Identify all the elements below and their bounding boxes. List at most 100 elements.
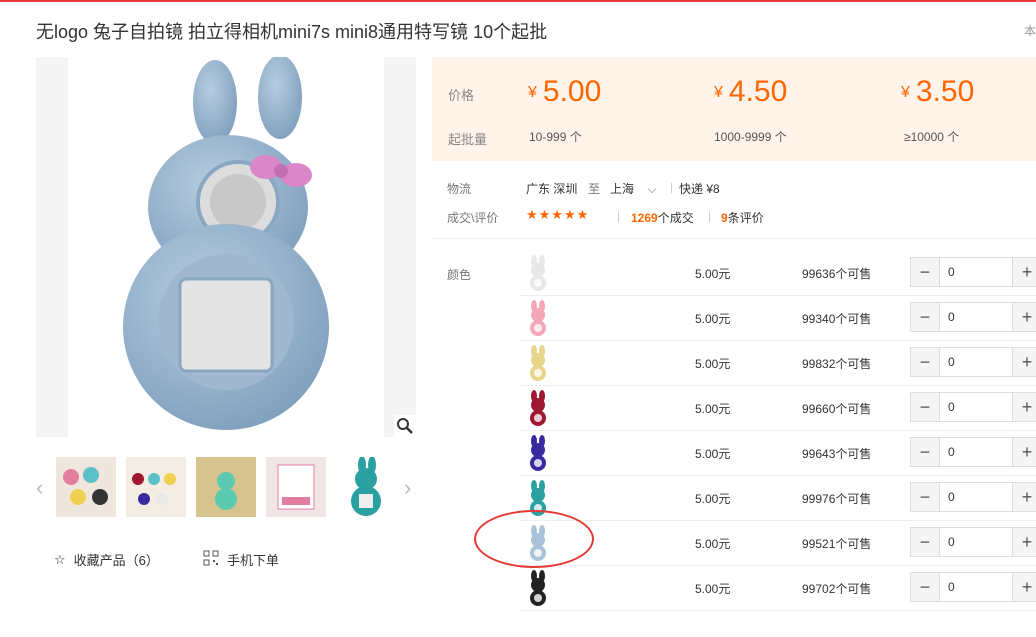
sku-swatch-image[interactable]	[520, 570, 556, 606]
quantity-stepper: −0 +	[910, 257, 1036, 287]
plus-button[interactable]: +	[1013, 303, 1036, 331]
sku-row: 5.00元 99643个可售 −0 +	[520, 430, 1036, 476]
title-right-text: 本	[1023, 24, 1036, 38]
top-accent-line	[0, 0, 1036, 2]
sku-swatch-image[interactable]	[520, 390, 556, 426]
quantity-stepper: −0 +	[910, 572, 1036, 602]
sku-price: 5.00元	[695, 312, 731, 326]
deals-label: 成交\评价	[447, 211, 499, 225]
quantity-input[interactable]: 0	[939, 348, 1013, 376]
plus-button[interactable]: +	[1013, 348, 1036, 376]
sku-row: 5.00元 99702个可售 −0 +	[520, 565, 1036, 611]
moq-tier-1: 10-999 个	[529, 130, 582, 144]
quantity-input[interactable]: 0	[939, 303, 1013, 331]
sku-price: 5.00元	[695, 402, 731, 416]
price-tier-1: ¥5.00	[528, 75, 602, 108]
main-product-image[interactable]	[36, 57, 416, 437]
thumbnail-prev-icon[interactable]: ‹	[36, 475, 43, 501]
thumbnail-next-icon[interactable]: ›	[404, 475, 411, 501]
thumbnail-3[interactable]	[196, 457, 256, 517]
divider: |	[617, 209, 621, 223]
divider: |	[670, 180, 674, 194]
plus-button[interactable]: +	[1013, 438, 1036, 466]
sku-swatch-image[interactable]	[520, 345, 556, 381]
sku-stock: 99976个可售	[802, 492, 872, 506]
express-fee: 快递 ¥8	[679, 182, 720, 196]
price-panel: 价格 起批量 ¥5.00 10-999 个 ¥4.50 1000-9999 个 …	[432, 57, 1036, 161]
moq-tier-2: 1000-9999 个	[714, 130, 787, 144]
quantity-stepper: −0 +	[910, 437, 1036, 467]
thumbnail-4[interactable]	[266, 457, 326, 517]
quantity-input[interactable]: 0	[939, 258, 1013, 286]
rabbit-mirror-illustration	[123, 57, 329, 430]
sku-stock: 99702个可售	[802, 582, 872, 596]
deal-count-link[interactable]: 1269个成交	[631, 209, 694, 226]
moq-tier-3: ≥10000 个	[904, 130, 960, 144]
divider: |	[708, 209, 712, 223]
minus-button[interactable]: −	[911, 573, 939, 601]
plus-button[interactable]: +	[1013, 258, 1036, 286]
sku-stock: 99643个可售	[802, 447, 872, 461]
minus-button[interactable]: −	[911, 393, 939, 421]
price-tier-3: ¥3.50	[901, 75, 975, 108]
plus-button[interactable]: +	[1013, 528, 1036, 556]
plus-button[interactable]: +	[1013, 483, 1036, 511]
minus-button[interactable]: −	[911, 483, 939, 511]
sku-swatch-image[interactable]	[520, 300, 556, 336]
sku-stock: 99340个可售	[802, 312, 872, 326]
sku-price: 5.00元	[695, 357, 731, 371]
favorite-product-button[interactable]: ☆ 收藏产品（6）	[54, 550, 159, 569]
quantity-input[interactable]: 0	[939, 438, 1013, 466]
logistics-to-word: 至	[588, 182, 601, 196]
zoom-search-icon[interactable]	[394, 415, 416, 437]
minus-button[interactable]: −	[911, 528, 939, 556]
minus-button[interactable]: −	[911, 303, 939, 331]
chevron-down-icon: ⌵	[647, 182, 657, 196]
plus-button[interactable]: +	[1013, 573, 1036, 601]
sku-price: 5.00元	[695, 537, 731, 551]
sku-row: 5.00元 99660个可售 −0 +	[520, 385, 1036, 431]
mobile-order-button[interactable]: 手机下单	[203, 550, 279, 569]
product-title: 无logo 兔子自拍镜 拍立得相机mini7s mini8通用特写镜 10个起批	[36, 22, 548, 42]
minus-button[interactable]: −	[911, 438, 939, 466]
sku-stock: 99636个可售	[802, 267, 872, 281]
sku-row: 5.00元 99976个可售 −0 +	[520, 475, 1036, 521]
highlight-circle	[474, 510, 594, 568]
logistics-from: 广东 深圳	[526, 182, 578, 196]
quantity-stepper: −0 +	[910, 347, 1036, 377]
sku-price: 5.00元	[695, 267, 731, 281]
sku-swatch-image[interactable]	[520, 435, 556, 471]
mobile-order-label: 手机下单	[227, 553, 280, 568]
favorite-label: 收藏产品（6）	[73, 553, 159, 568]
sku-row: 5.00元 99636个可售 −0 +	[520, 250, 1036, 296]
sku-price: 5.00元	[695, 492, 731, 506]
sku-price: 5.00元	[695, 447, 731, 461]
sku-stock: 99521个可售	[802, 537, 872, 551]
sku-row: 5.00元 99832个可售 −0 +	[520, 340, 1036, 386]
star-outline-icon: ☆	[54, 551, 66, 567]
destination-select[interactable]: 上海 ⌵	[610, 180, 656, 197]
sku-stock: 99832个可售	[802, 357, 872, 371]
sku-swatch-image[interactable]	[520, 255, 556, 291]
thumbnail-1[interactable]	[56, 457, 116, 517]
quantity-stepper: −0 +	[910, 527, 1036, 557]
quantity-input[interactable]: 0	[939, 573, 1013, 601]
minus-button[interactable]: −	[911, 348, 939, 376]
section-divider	[432, 238, 1036, 239]
thumbnail-strip: ‹ ›	[36, 456, 416, 519]
review-count-link[interactable]: 9条评价	[721, 209, 764, 226]
price-label: 价格	[448, 88, 475, 103]
sku-row: 5.00元 99521个可售 −0 +	[520, 520, 1036, 566]
quantity-input[interactable]: 0	[939, 393, 1013, 421]
thumbnail-5[interactable]	[336, 456, 396, 517]
rating-stars: ★★★★★	[526, 207, 590, 222]
price-tier-2: ¥4.50	[714, 75, 788, 108]
minus-button[interactable]: −	[911, 258, 939, 286]
sku-row: 5.00元 99340个可售 −0 +	[520, 295, 1036, 341]
quantity-input[interactable]: 0	[939, 483, 1013, 511]
quantity-input[interactable]: 0	[939, 528, 1013, 556]
thumbnail-2[interactable]	[126, 457, 186, 517]
sku-stock: 99660个可售	[802, 402, 872, 416]
plus-button[interactable]: +	[1013, 393, 1036, 421]
moq-label: 起批量	[448, 132, 488, 147]
